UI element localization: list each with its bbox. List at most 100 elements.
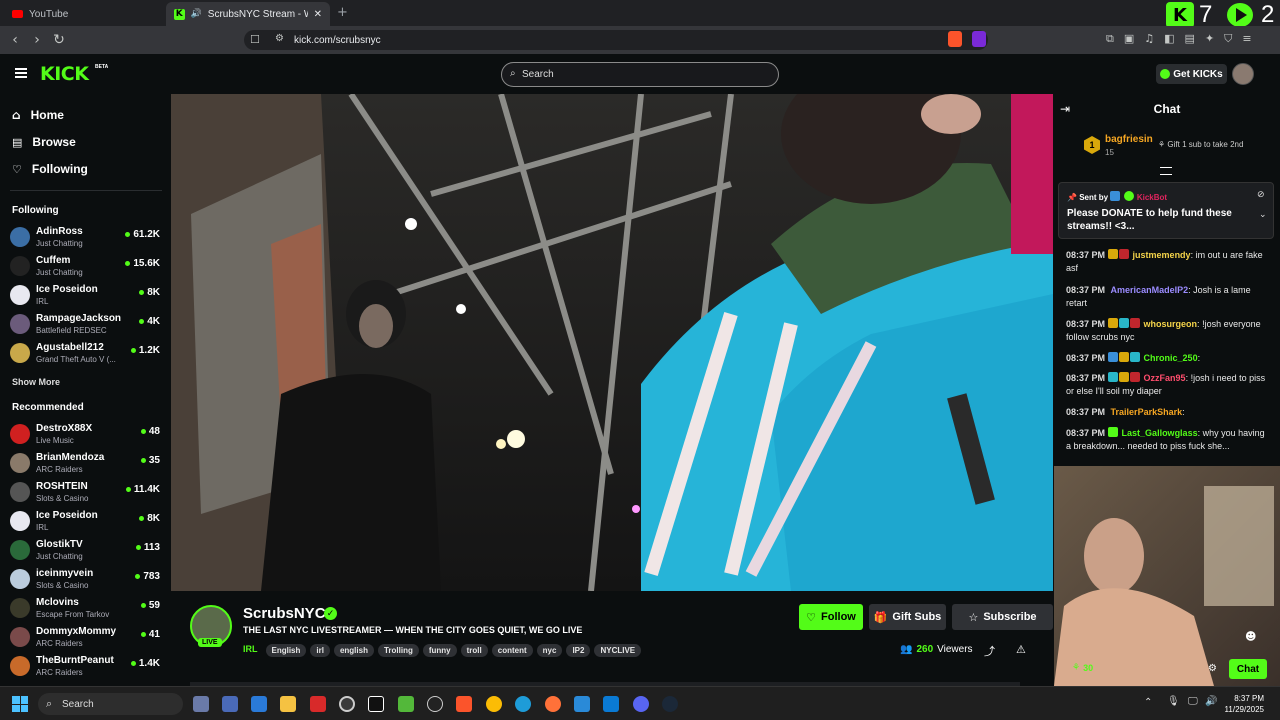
clock[interactable]: 8:37 PM 11/29/2025 bbox=[1224, 693, 1264, 715]
stream-tag[interactable]: funny bbox=[422, 644, 457, 657]
app-icon[interactable] bbox=[339, 696, 355, 712]
sidebar-channel-item[interactable]: Ice Poseidon IRL 8K bbox=[10, 282, 160, 308]
app-icon[interactable] bbox=[310, 696, 326, 712]
vscode-icon[interactable] bbox=[603, 696, 619, 712]
category-link[interactable]: IRL bbox=[243, 644, 258, 654]
sidebar-channel-item[interactable]: GlostikTV Just Chatting 113 bbox=[10, 537, 160, 563]
sidebar-channel-item[interactable]: DommyxMommy ARC Raiders 41 bbox=[10, 624, 160, 650]
app-icon[interactable] bbox=[574, 696, 590, 712]
extensions-icon[interactable]: ⧉ bbox=[1106, 32, 1114, 48]
sidebar-channel-item[interactable]: AdinRoss Just Chatting 61.2K bbox=[10, 224, 160, 250]
new-tab-icon[interactable]: + bbox=[337, 5, 348, 20]
expand-pinned-icon[interactable]: ⌄ bbox=[1259, 210, 1267, 220]
message-username[interactable]: whosurgeon bbox=[1144, 319, 1198, 329]
stream-tag[interactable]: English bbox=[265, 644, 307, 657]
tray-chevron-icon[interactable]: ⌃ bbox=[1144, 697, 1152, 708]
sidebar-item-following[interactable]: ♡ Following bbox=[12, 162, 88, 176]
emote-icon[interactable]: ☻ bbox=[1245, 630, 1256, 643]
user-avatar[interactable] bbox=[1232, 63, 1254, 85]
menu-icon[interactable]: ≡ bbox=[1242, 32, 1251, 48]
sidebar-channel-item[interactable]: DestroX88X Live Music 48 bbox=[10, 421, 160, 447]
chat-settings-icon[interactable]: ⚙ bbox=[1208, 663, 1217, 674]
sidebar-icon[interactable]: ◧ bbox=[1164, 32, 1174, 48]
tab-youtube[interactable]: YouTube bbox=[4, 2, 164, 26]
firefox-icon[interactable] bbox=[545, 696, 561, 712]
screenshot-icon[interactable]: ▣ bbox=[1124, 32, 1134, 48]
kick-logo[interactable]: KICK bbox=[40, 63, 89, 85]
sidebar-channel-item[interactable]: BrianMendoza ARC Raiders 35 bbox=[10, 450, 160, 476]
stream-tag[interactable]: troll bbox=[460, 644, 488, 657]
sidebar-item-home[interactable]: ⌂ Home bbox=[12, 108, 64, 122]
steam-icon[interactable] bbox=[662, 696, 678, 712]
edge-icon[interactable] bbox=[515, 696, 531, 712]
stream-tag[interactable]: english bbox=[333, 644, 374, 657]
search-input[interactable]: ⌕ Search bbox=[501, 62, 779, 87]
network-icon[interactable]: 🖵 bbox=[1188, 696, 1198, 707]
brave-rewards-icon[interactable] bbox=[972, 31, 986, 47]
stream-tag[interactable]: NYCLIVE bbox=[594, 644, 642, 657]
volume-icon[interactable]: 🔊 bbox=[1205, 696, 1217, 707]
vpn-icon[interactable]: ⛉ bbox=[1224, 32, 1232, 48]
message-username[interactable]: Chronic_250 bbox=[1144, 353, 1198, 363]
reload-icon[interactable]: ↻ bbox=[48, 29, 70, 51]
stream-tag[interactable]: nyc bbox=[536, 644, 563, 657]
follow-button[interactable]: ♡ Follow bbox=[799, 604, 863, 630]
wallet-icon[interactable]: ▤ bbox=[1185, 32, 1195, 48]
sidebar-channel-item[interactable]: RampageJackson Battlefield REDSEC 4K bbox=[10, 311, 160, 337]
sidebar-item-browse[interactable]: ▤ Browse bbox=[12, 135, 76, 149]
taskbar-search[interactable]: ⌕ Search bbox=[38, 693, 183, 715]
gift-subs-button[interactable]: 🎁 Gift Subs bbox=[869, 604, 946, 630]
message-username[interactable]: TrailerParkShark bbox=[1111, 407, 1183, 417]
video-player[interactable] bbox=[171, 94, 1053, 591]
app-icon[interactable] bbox=[193, 696, 209, 712]
show-more-link[interactable]: Show More bbox=[12, 377, 60, 387]
site-settings-icon[interactable]: ⚙ bbox=[275, 33, 284, 44]
channel-points[interactable]: ⚘ 30 bbox=[1072, 663, 1093, 673]
stream-tag[interactable]: Trolling bbox=[377, 644, 419, 657]
message-username[interactable]: OzzFan95 bbox=[1144, 373, 1186, 383]
report-icon[interactable]: ⚠ bbox=[1016, 643, 1026, 656]
hamburger-menu-icon[interactable] bbox=[15, 68, 27, 78]
leo-icon[interactable]: ✦ bbox=[1205, 32, 1214, 48]
brave-icon[interactable] bbox=[456, 696, 472, 712]
bookmark-icon[interactable]: ☐ bbox=[250, 33, 260, 46]
sidebar-channel-item[interactable]: ROSHTEIN Slots & Casino 11.4K bbox=[10, 479, 160, 505]
app-icon[interactable] bbox=[251, 696, 267, 712]
channel-name[interactable]: ScrubsNYC bbox=[243, 605, 326, 622]
share-icon[interactable]: ⤴ bbox=[984, 643, 995, 659]
file-explorer-icon[interactable] bbox=[280, 696, 296, 712]
close-tab-icon[interactable]: ✕ bbox=[314, 9, 322, 20]
unpin-icon[interactable]: ⊘ bbox=[1257, 190, 1265, 200]
media-icon[interactable]: ♫ bbox=[1144, 32, 1154, 48]
stream-tag[interactable]: content bbox=[491, 644, 533, 657]
gift-cta[interactable]: ⚘ Gift 1 sub to take 2nd bbox=[1158, 140, 1243, 149]
sidebar-channel-item[interactable]: TheBurntPeanut ARC Raiders 1.4K bbox=[10, 653, 160, 679]
filter-icon[interactable] bbox=[1160, 167, 1172, 175]
discord-icon[interactable] bbox=[633, 696, 649, 712]
app-icon[interactable] bbox=[368, 696, 384, 712]
message-username[interactable]: justmemendy bbox=[1133, 250, 1191, 260]
sidebar-channel-item[interactable]: iceinmyvein Slots & Casino 783 bbox=[10, 566, 160, 592]
top-gifter-name[interactable]: bagfriesin bbox=[1105, 134, 1153, 145]
app-icon[interactable] bbox=[222, 696, 238, 712]
sidebar-channel-item[interactable]: Ice Poseidon IRL 8K bbox=[10, 508, 160, 534]
sidebar-channel-item[interactable]: Agustabell212 Grand Theft Auto V (... 1.2K bbox=[10, 340, 160, 366]
chrome-icon[interactable] bbox=[486, 696, 502, 712]
address-bar[interactable]: kick.com/scrubsnyc bbox=[244, 30, 988, 50]
microphone-icon[interactable]: 🎙 bbox=[1167, 696, 1180, 707]
message-username[interactable]: AmericanMadeIP2 bbox=[1111, 285, 1189, 295]
app-icon[interactable] bbox=[398, 696, 414, 712]
get-kicks-button[interactable]: Get KICKs bbox=[1156, 64, 1227, 84]
forward-icon[interactable]: › bbox=[26, 29, 48, 51]
back-icon[interactable]: ‹ bbox=[4, 29, 26, 51]
tab-kick[interactable]: K 🔊 ScrubsNYC Stream - Watch Li... ✕ bbox=[166, 2, 330, 26]
message-username[interactable]: Last_Gallowglass bbox=[1122, 428, 1198, 438]
stream-tag[interactable]: irl bbox=[310, 644, 330, 657]
subscribe-button[interactable]: ☆ Subscribe bbox=[952, 604, 1053, 630]
send-chat-button[interactable]: Chat bbox=[1229, 659, 1267, 679]
stream-tag[interactable]: IP2 bbox=[566, 644, 591, 657]
sidebar-channel-item[interactable]: Mclovins Escape From Tarkov 59 bbox=[10, 595, 160, 621]
app-icon[interactable] bbox=[427, 696, 443, 712]
start-icon[interactable] bbox=[12, 696, 28, 712]
sidebar-channel-item[interactable]: Cuffem Just Chatting 15.6K bbox=[10, 253, 160, 279]
